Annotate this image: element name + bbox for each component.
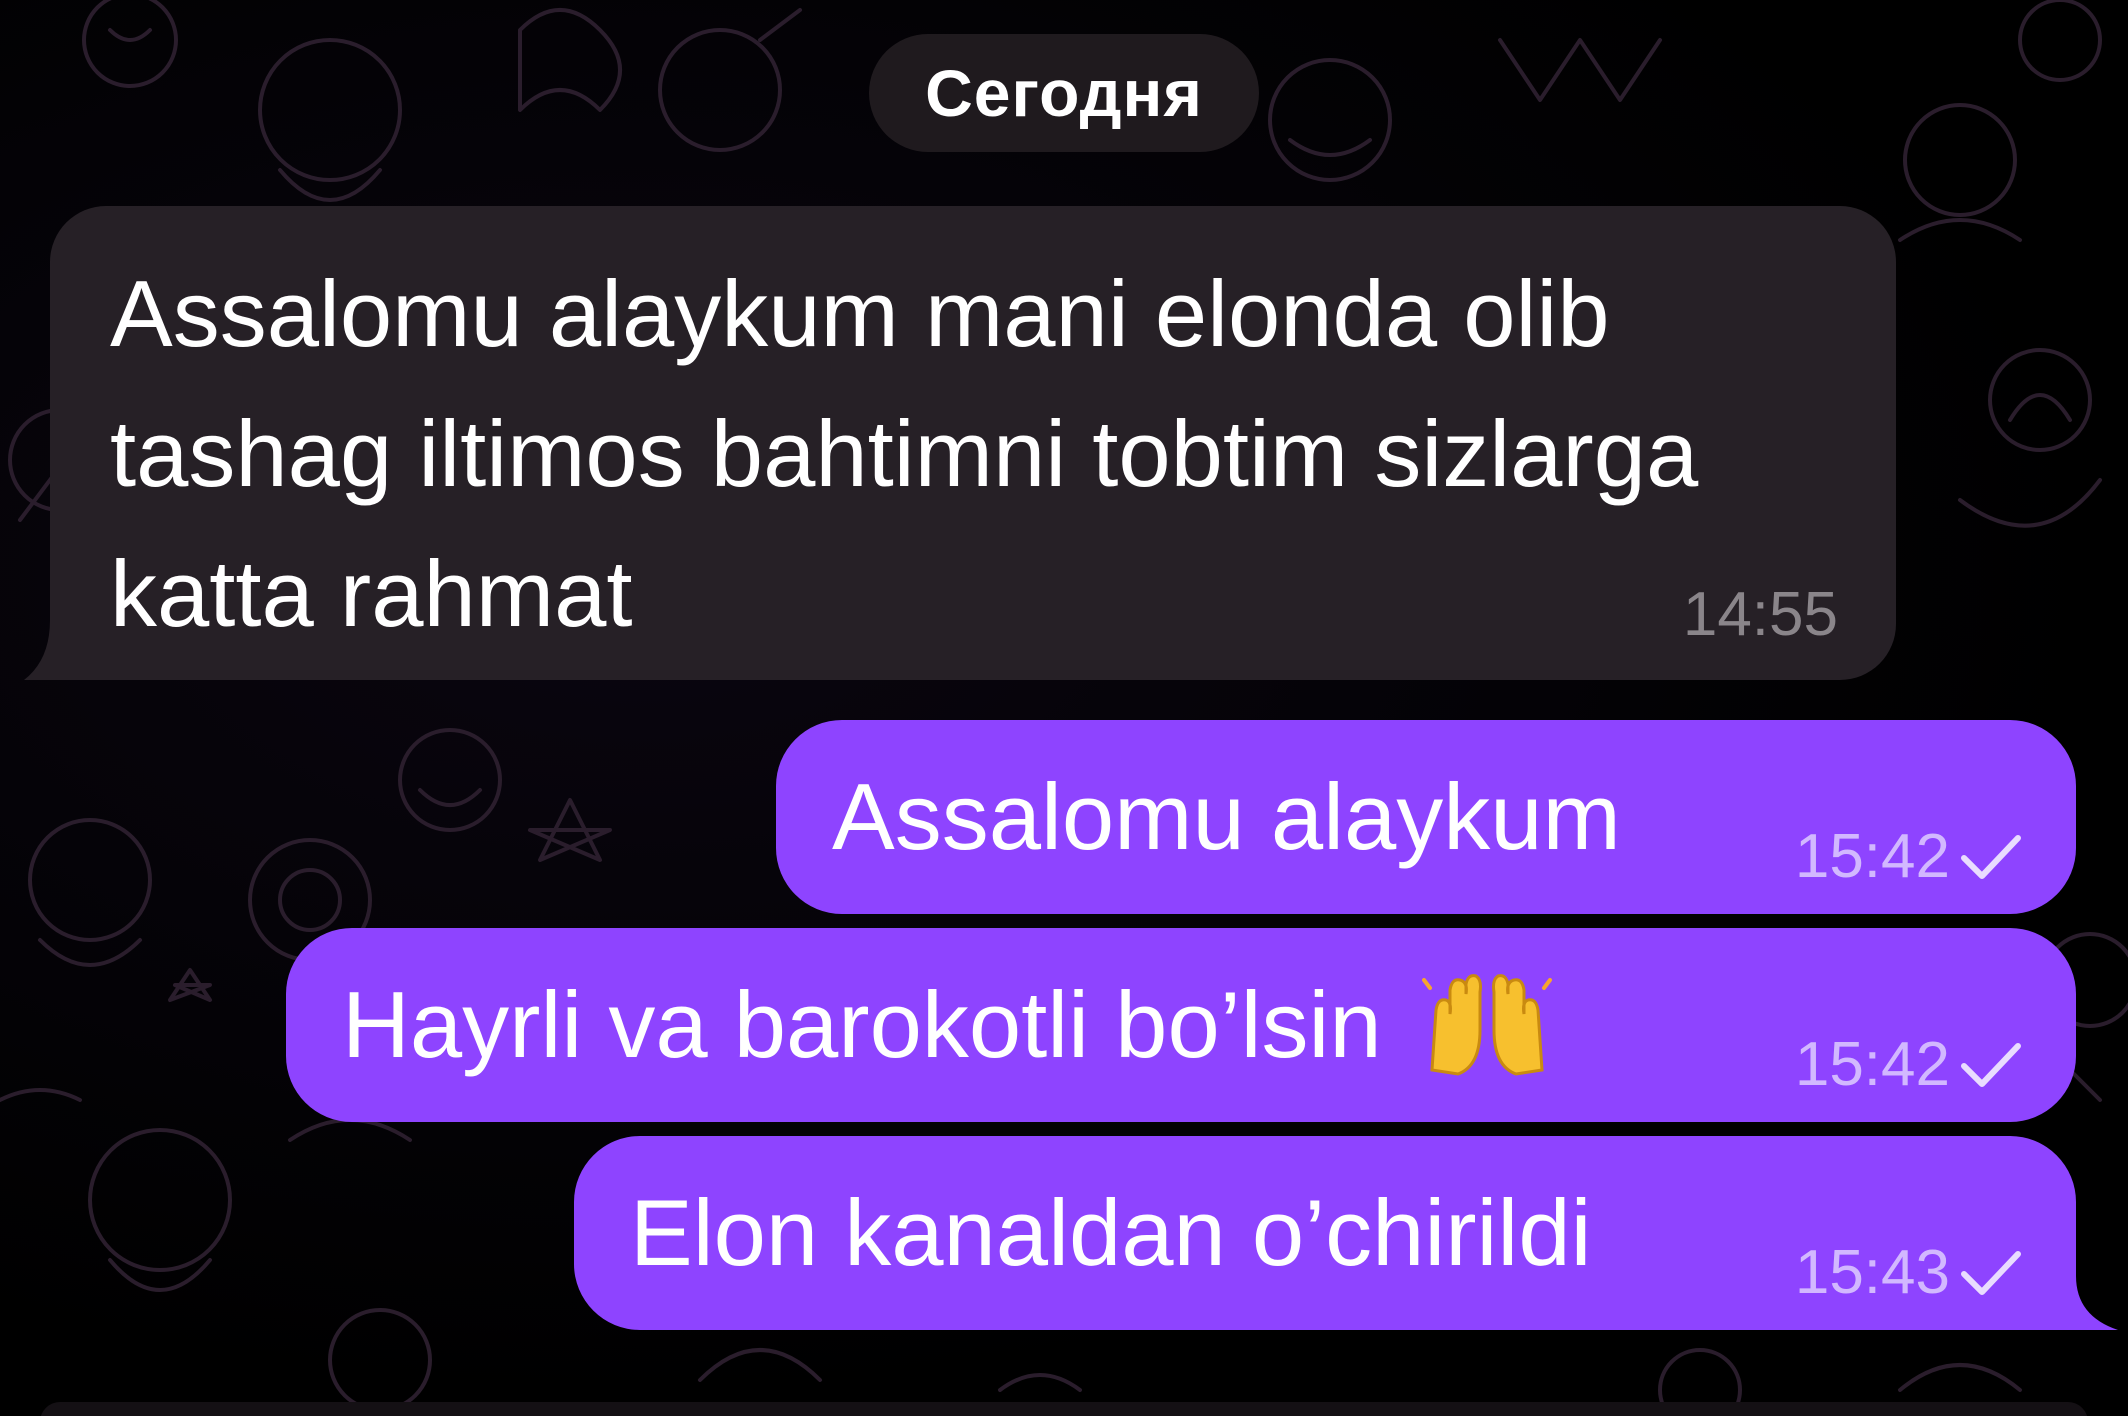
outgoing-message-bubble[interactable]: Assalomu alaykum 15:42: [776, 720, 2076, 914]
message-time: 15:42: [1794, 822, 1950, 891]
check-icon: [1961, 834, 2021, 879]
date-separator: Сегодня: [869, 34, 1259, 152]
message-text: Assalomu alaykum: [832, 764, 1621, 869]
incoming-message-bubble[interactable]: Assalomu alaykum mani elonda olib tashag…: [50, 206, 1896, 680]
message-text: Hayrli va barokotli bo’lsin: [342, 972, 1382, 1077]
input-bar-edge: [40, 1402, 2088, 1416]
raising-hands-emoji: [1421, 974, 1552, 1076]
message-meta: 15:42: [1795, 821, 2024, 892]
message-time: 14:55: [1682, 580, 1838, 649]
message-meta: 15:42: [1795, 1029, 2024, 1100]
check-icon: [1961, 1042, 2021, 1087]
check-icon: [1961, 1250, 2021, 1295]
message-meta: 15:43: [1795, 1237, 2024, 1308]
chat-area[interactable]: Сегодня Assalomu alaykum mani elonda oli…: [0, 0, 2128, 1416]
message-time: 15:42: [1794, 1030, 1950, 1099]
date-separator-label: Сегодня: [925, 56, 1203, 130]
outgoing-message-bubble[interactable]: Hayrli va barokotli bo’lsin 15:42: [286, 928, 2076, 1122]
message-time: 15:43: [1794, 1238, 1950, 1307]
message-text: Assalomu alaykum mani elonda olib tashag…: [110, 261, 1699, 646]
outgoing-bubble-tail: [2056, 1276, 2118, 1330]
outgoing-message-bubble[interactable]: Elon kanaldan o’chirildi 15:43: [574, 1136, 2076, 1330]
message-text: Elon kanaldan o’chirildi: [630, 1180, 1592, 1285]
message-text-row: Hayrli va barokotli bo’lsin: [342, 928, 1552, 1122]
